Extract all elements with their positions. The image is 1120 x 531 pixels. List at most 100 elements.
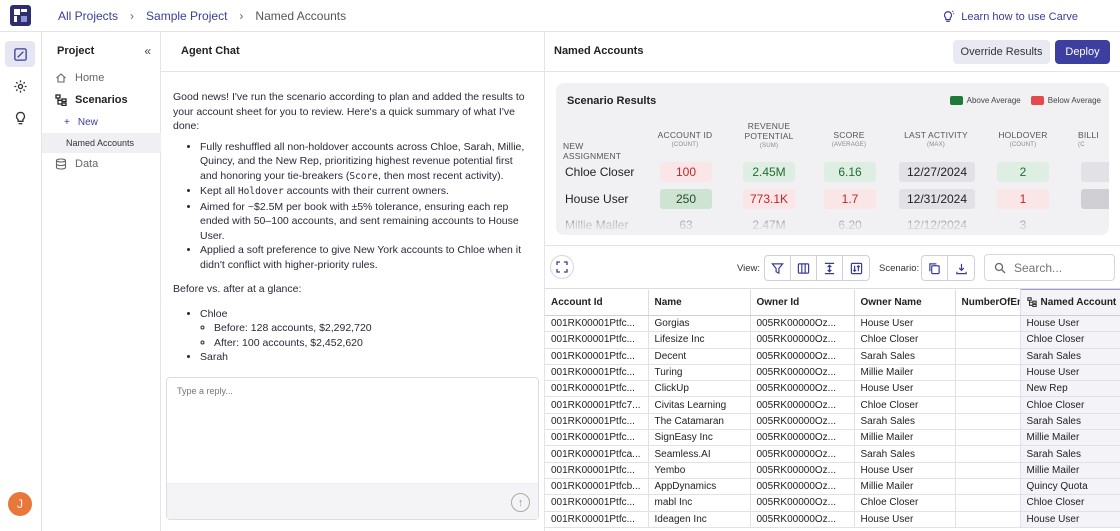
table-cell[interactable]: Chloe Closer — [854, 331, 956, 349]
deploy-button[interactable]: Deploy — [1055, 40, 1110, 64]
sidebar-item-scenarios[interactable]: Scenarios — [42, 90, 161, 110]
table-cell[interactable]: AppDynamics — [648, 478, 751, 496]
table-cell[interactable]: House User — [854, 315, 956, 333]
table-row[interactable]: 001RK00001Ptfc... Turing 005RK00000Oz... Mi… — [545, 364, 1120, 382]
table-cell[interactable]: Turing — [648, 364, 751, 382]
header-revenue-potential[interactable]: REVENUE POTENTIAL (SUM) — [739, 121, 799, 151]
sort-button[interactable] — [843, 256, 869, 280]
table-cell[interactable]: mabl Inc — [648, 494, 751, 512]
column-header-number-of-employees[interactable]: NumberOfEm — [955, 289, 1021, 316]
table-cell[interactable]: 005RK00000Oz... — [750, 511, 855, 528]
table-cell[interactable] — [955, 478, 1021, 496]
table-cell[interactable]: Millie Mailer — [1019, 429, 1120, 447]
table-cell[interactable]: 005RK00000Oz... — [750, 445, 855, 463]
table-row[interactable]: 001RK00001Ptfc... Decent 005RK00000Oz... Sa… — [545, 348, 1120, 365]
table-cell[interactable]: Chloe Closer — [1019, 396, 1120, 414]
table-cell[interactable]: 005RK00000Oz... — [750, 413, 855, 431]
sidebar-item-data[interactable]: Data — [42, 154, 161, 174]
table-cell[interactable]: The Catamaran — [648, 413, 751, 431]
table-row[interactable]: 001RK00001Ptfc... Yembo 005RK00000Oz... Hou… — [545, 462, 1120, 479]
breadcrumb-sample-project[interactable]: Sample Project — [146, 9, 227, 23]
table-cell[interactable]: House User — [854, 380, 956, 398]
table-cell[interactable]: 001RK00001Ptfc... — [545, 413, 649, 431]
table-cell[interactable]: 001RK00001Ptfcb... — [545, 478, 649, 496]
reply-input[interactable] — [177, 386, 517, 396]
table-cell[interactable]: House User — [1019, 315, 1120, 333]
column-header-name[interactable]: Name — [648, 289, 751, 316]
filter-button[interactable] — [765, 256, 791, 280]
table-cell[interactable]: 001RK00001Ptfc... — [545, 315, 649, 333]
table-cell[interactable]: 001RK00001Ptfc... — [545, 331, 649, 349]
sidebar-item-named-accounts[interactable]: Named Accounts — [42, 133, 161, 153]
search-input[interactable] — [1014, 260, 1104, 275]
row-height-button[interactable] — [817, 256, 843, 280]
table-cell[interactable]: Civitas Learning — [648, 396, 751, 414]
send-button[interactable]: ↑ — [511, 493, 530, 512]
table-cell[interactable]: Lifesize Inc — [648, 331, 751, 349]
table-cell[interactable]: House User — [1019, 511, 1120, 528]
table-cell[interactable]: 001RK00001Ptfc... — [545, 494, 649, 512]
table-cell[interactable]: Chloe Closer — [1019, 331, 1120, 349]
table-cell[interactable]: 001RK00001Ptfc... — [545, 429, 649, 447]
override-results-button[interactable]: Override Results — [953, 40, 1050, 64]
table-cell[interactable]: Chloe Closer — [1019, 494, 1120, 512]
table-cell[interactable]: Millie Mailer — [854, 429, 956, 447]
table-cell[interactable]: New Rep — [1019, 380, 1120, 398]
table-cell[interactable]: 001RK00001Ptfc... — [545, 511, 649, 528]
header-last-activity[interactable]: LAST ACTIVITY (MAX) — [896, 130, 976, 150]
table-cell[interactable]: Ideagen Inc — [648, 511, 751, 528]
download-button[interactable] — [948, 256, 974, 280]
table-cell[interactable]: 005RK00000Oz... — [750, 364, 855, 382]
table-cell[interactable]: Sarah Sales — [854, 348, 956, 365]
table-cell[interactable]: 001RK00001Ptfc... — [545, 364, 649, 382]
table-cell[interactable]: Yembo — [648, 462, 751, 479]
column-header-named-account[interactable]: Named Account — [1019, 289, 1120, 316]
table-cell[interactable]: 005RK00000Oz... — [750, 348, 855, 365]
table-cell[interactable] — [955, 315, 1021, 333]
table-cell[interactable]: Sarah Sales — [854, 413, 956, 431]
table-row[interactable]: 001RK00001Ptfc... Gorgias 005RK00000Oz... H… — [545, 315, 1120, 333]
table-cell[interactable] — [955, 364, 1021, 382]
table-cell[interactable]: Millie Mailer — [854, 364, 956, 382]
table-cell[interactable]: House User — [1019, 364, 1120, 382]
rail-ideas-button[interactable] — [5, 105, 35, 131]
table-cell[interactable]: Gorgias — [648, 315, 751, 333]
table-cell[interactable]: Sarah Sales — [854, 445, 956, 463]
rail-settings-button[interactable] — [5, 73, 35, 99]
table-cell[interactable]: Sarah Sales — [1019, 348, 1120, 365]
table-row[interactable]: 001RK00001Ptfc... ClickUp 005RK00000Oz... H… — [545, 380, 1120, 398]
header-score[interactable]: SCORE (AVERAGE) — [818, 130, 880, 150]
table-cell[interactable]: Millie Mailer — [1019, 462, 1120, 479]
table-row[interactable]: 001RK00001Ptfc... The Catamaran 005RK00000… — [545, 413, 1120, 431]
table-cell[interactable] — [955, 413, 1021, 431]
collapse-sidebar-icon[interactable]: « — [144, 44, 151, 58]
table-cell[interactable] — [955, 380, 1021, 398]
table-cell[interactable] — [955, 511, 1021, 528]
carve-logo[interactable] — [10, 5, 31, 26]
copy-button[interactable] — [922, 256, 948, 280]
table-cell[interactable] — [955, 494, 1021, 512]
table-cell[interactable]: 005RK00000Oz... — [750, 429, 855, 447]
user-avatar[interactable]: J — [8, 492, 32, 516]
columns-button[interactable] — [791, 256, 817, 280]
table-cell[interactable]: 005RK00000Oz... — [750, 494, 855, 512]
table-row[interactable]: 001RK00001Ptfc... SignEasy Inc 005RK00000O… — [545, 429, 1120, 447]
table-cell[interactable]: Chloe Closer — [854, 494, 956, 512]
table-cell[interactable] — [955, 348, 1021, 365]
sidebar-item-home[interactable]: Home — [42, 68, 161, 88]
table-cell[interactable] — [955, 429, 1021, 447]
header-account-id[interactable]: ACCOUNT ID (COUNT) — [656, 130, 714, 150]
table-cell[interactable]: 005RK00000Oz... — [750, 331, 855, 349]
table-cell[interactable]: House User — [854, 462, 956, 479]
table-row[interactable]: 001RK00001Ptfc... Lifesize Inc 005RK00000O… — [545, 331, 1120, 349]
table-cell[interactable]: 005RK00000Oz... — [750, 380, 855, 398]
table-row[interactable]: 001RK00001Ptfc... mabl Inc 005RK00000Oz...… — [545, 494, 1120, 512]
table-cell[interactable]: 005RK00000Oz... — [750, 462, 855, 479]
table-cell[interactable] — [955, 445, 1021, 463]
header-billing[interactable]: BILLI (C — [1078, 130, 1109, 150]
header-holdover[interactable]: HOLDOVER (COUNT) — [994, 130, 1052, 150]
table-cell[interactable]: 001RK00001Ptfca... — [545, 445, 649, 463]
table-row[interactable]: 001RK00001Ptfcb... AppDynamics 005RK00000O… — [545, 478, 1120, 496]
table-cell[interactable]: 001RK00001Ptfc... — [545, 348, 649, 365]
learn-link[interactable]: Learn how to use Carve — [941, 10, 1078, 24]
